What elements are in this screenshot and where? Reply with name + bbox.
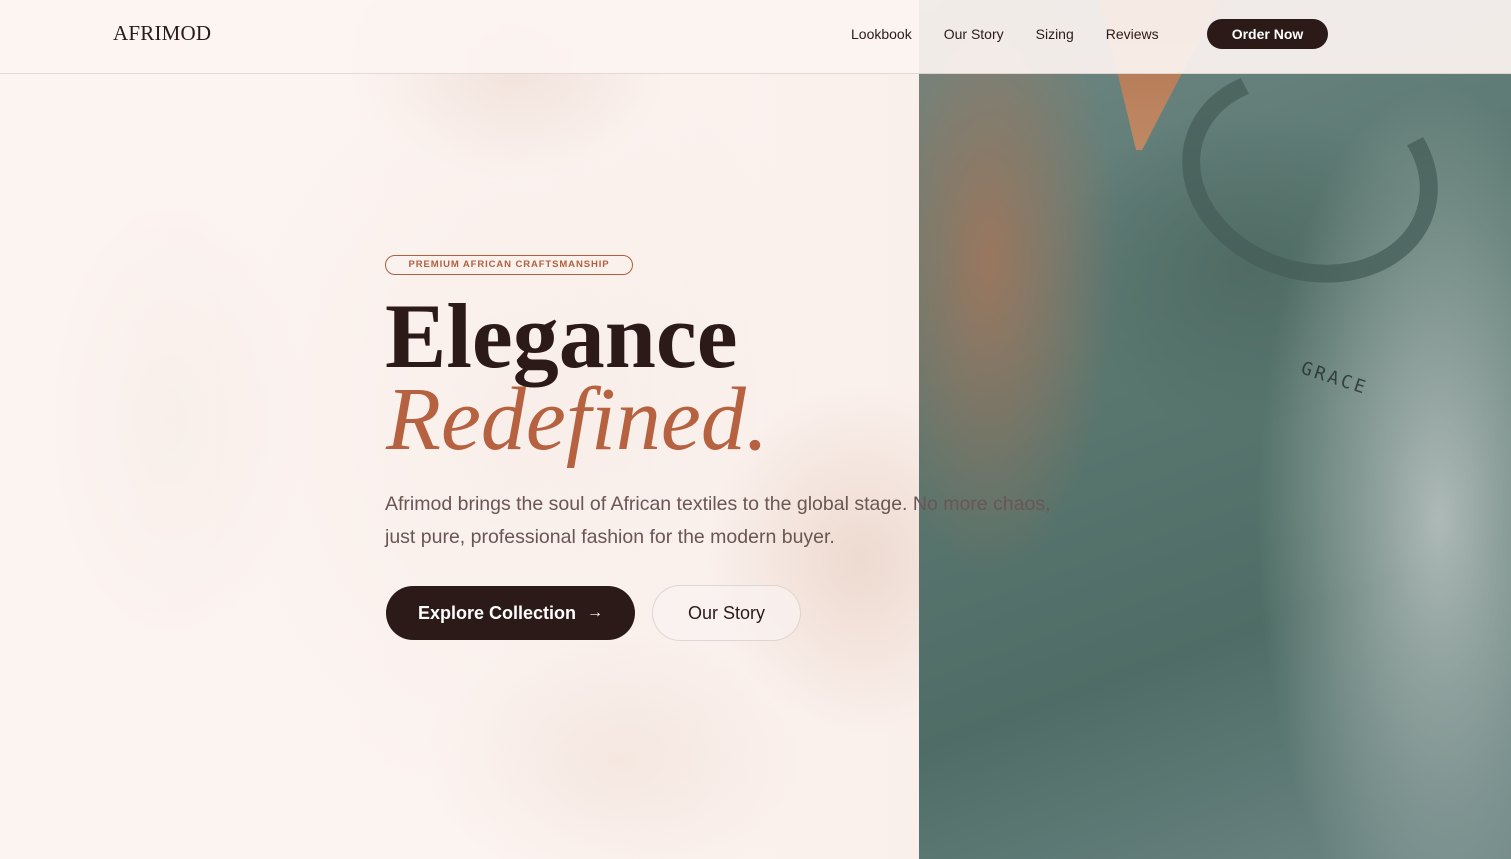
nav-link-lookbook[interactable]: Lookbook xyxy=(851,24,912,44)
explore-collection-label: Explore Collection xyxy=(418,603,577,623)
nav-link-reviews[interactable]: Reviews xyxy=(1106,24,1159,44)
explore-collection-button[interactable]: Explore Collection → xyxy=(386,586,635,640)
hero-title-line2: Redefined. xyxy=(386,370,769,469)
hero-description: Afrimod brings the soul of African texti… xyxy=(385,493,1051,548)
craftsmanship-badge: PREMIUM AFRICAN CRAFTSMANSHIP xyxy=(385,255,633,275)
nav-link-our-story[interactable]: Our Story xyxy=(944,24,1004,44)
brand-logo[interactable]: AFRIMOD xyxy=(113,21,211,46)
our-story-button[interactable]: Our Story xyxy=(652,585,801,641)
nav-links: Lookbook Our Story Sizing Reviews xyxy=(851,24,1191,44)
nav-link-sizing[interactable]: Sizing xyxy=(1036,24,1074,44)
order-now-button[interactable]: Order Now xyxy=(1207,19,1328,49)
top-navbar: AFRIMOD Lookbook Our Story Sizing Review… xyxy=(0,0,1511,74)
page: GRACE AFRIMOD Lookbook Our Story Sizing … xyxy=(0,0,1511,859)
arrow-right-icon: → xyxy=(587,604,603,621)
